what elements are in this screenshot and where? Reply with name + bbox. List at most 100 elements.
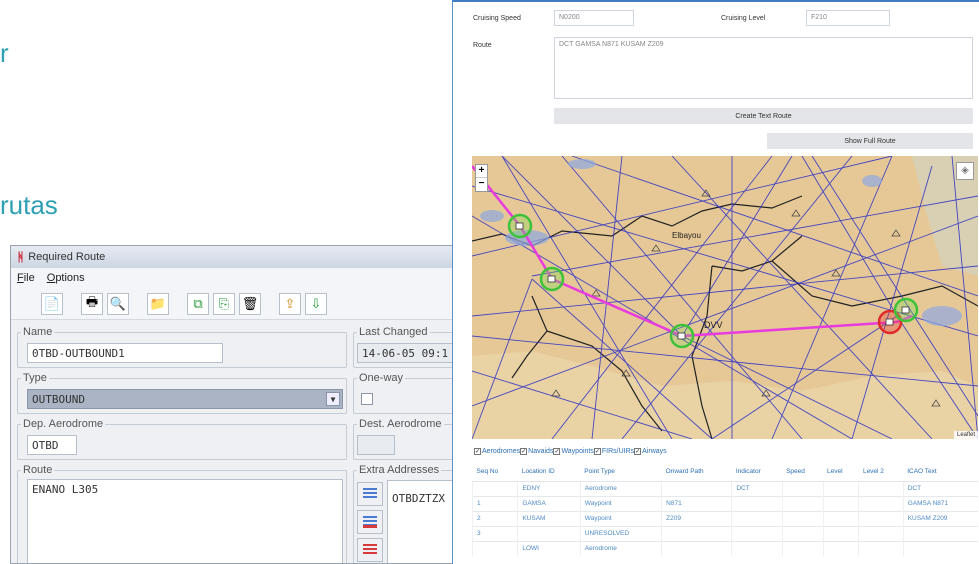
- map-place-label: Elbayou: [672, 231, 701, 240]
- layer-checkbox-firs[interactable]: ✓: [593, 448, 601, 455]
- col-header[interactable]: Onward Path: [661, 463, 732, 482]
- route-web-panel: Cruising Speed N0200 Cruising Level F210…: [452, 0, 979, 564]
- table-cell: Aerodrome: [579, 540, 662, 556]
- table-cell: [822, 495, 859, 511]
- show-full-route-button[interactable]: Show Full Route: [767, 133, 973, 149]
- table-cell: [822, 540, 859, 556]
- cruise-level-label: Cruising Level: [721, 15, 766, 22]
- table-cell: Aerodrome: [579, 480, 662, 496]
- col-header[interactable]: Level 2: [858, 463, 904, 482]
- table-cell: [731, 525, 783, 541]
- oneway-checkbox[interactable]: [361, 393, 373, 405]
- menu-file[interactable]: File: [17, 272, 35, 284]
- copy-icon[interactable]: ⧉: [187, 292, 209, 315]
- zoom-out-button[interactable]: −: [476, 178, 487, 191]
- zoom-control: + −: [475, 164, 488, 192]
- route-input[interactable]: DCT GAMSA N871 KUSAM Z209: [554, 37, 973, 99]
- col-header[interactable]: Location ID: [517, 463, 581, 482]
- table-cell: Waypoint: [579, 495, 662, 511]
- table-cell: [661, 540, 732, 556]
- route-point-gamsa[interactable]: [539, 266, 565, 292]
- table-cell: [902, 525, 978, 541]
- table-cell: [781, 495, 823, 511]
- cruise-level-input[interactable]: F210: [806, 10, 890, 26]
- col-header[interactable]: Seq No: [472, 463, 518, 482]
- col-header[interactable]: Indicator: [731, 463, 783, 482]
- slide-text-fragment: rutas: [0, 190, 58, 220]
- table-cell: [661, 525, 732, 541]
- remove-address-button[interactable]: [357, 538, 383, 562]
- table-cell: [858, 525, 904, 541]
- table-cell: [822, 525, 859, 541]
- table-cell: [661, 480, 732, 496]
- map-canvas[interactable]: Elbayou DVV: [472, 156, 978, 439]
- print-preview-icon[interactable]: 🔍: [107, 292, 129, 315]
- table-row[interactable]: 2 KUSAM Waypoint Z209 KUSAM Z209: [471, 510, 978, 526]
- create-text-route-button[interactable]: Create Text Route: [554, 108, 973, 124]
- import-icon[interactable]: ⇩: [305, 292, 327, 315]
- col-header[interactable]: Point Type: [580, 463, 662, 482]
- layer-checkbox-aerodromes[interactable]: ✓: [474, 448, 481, 455]
- layer-checkbox-airways[interactable]: ✓: [634, 448, 642, 455]
- open-folder-icon[interactable]: 📁: [147, 292, 169, 315]
- extra-addresses-list[interactable]: OTBDZTZX: [387, 480, 457, 563]
- table-cell: GAMSA N871: [902, 495, 978, 511]
- name-field[interactable]: 0TBD-OUTBOUND1: [27, 343, 223, 363]
- dest-aerodrome-label: Dest. Aerodrome: [357, 418, 444, 430]
- menu-options[interactable]: Options: [47, 272, 85, 284]
- list-add-icon: [363, 488, 377, 500]
- table-cell: Waypoint: [579, 510, 662, 526]
- table-cell: N871: [661, 495, 732, 511]
- table-row[interactable]: 1 GAMSA Waypoint N871 GAMSA N871: [471, 495, 978, 511]
- chevron-down-icon[interactable]: ▼: [326, 392, 340, 406]
- table-cell: [781, 510, 823, 526]
- table-cell: [471, 480, 518, 496]
- print-icon[interactable]: 🖶: [81, 292, 103, 315]
- route-label: Route: [473, 42, 492, 49]
- dep-aerodrome-label: Dep. Aerodrome: [21, 418, 106, 430]
- col-header[interactable]: Level: [823, 463, 859, 482]
- window-title-bar[interactable]: ᚻ Required Route: [11, 246, 457, 268]
- dep-aerodrome-field[interactable]: OTBD: [27, 435, 77, 455]
- col-header[interactable]: Speed: [782, 463, 823, 482]
- route-label: Route: [21, 464, 55, 476]
- export-icon[interactable]: ⇪: [279, 292, 301, 315]
- table-header-row: Seq No Location ID Point Type Onward Pat…: [472, 463, 978, 482]
- route-table: Seq No Location ID Point Type Onward Pat…: [471, 463, 978, 556]
- table-cell: [781, 525, 823, 541]
- table-cell: GAMSA: [517, 495, 581, 511]
- paste-icon[interactable]: ⎘: [213, 292, 235, 315]
- delete-icon[interactable]: 🗑: [239, 292, 261, 315]
- route-textarea[interactable]: ENANO L305: [27, 479, 343, 563]
- route-map[interactable]: Elbayou DVV + − ◈ Leaflet: [472, 156, 978, 439]
- type-select[interactable]: OUTBOUND ▼: [27, 389, 343, 409]
- layer-label-airways: Airways: [642, 448, 667, 455]
- col-header[interactable]: ICAO Text: [903, 463, 978, 482]
- route-point-departure[interactable]: [507, 213, 533, 239]
- table-cell: [902, 540, 978, 556]
- layers-icon[interactable]: ◈: [956, 162, 974, 180]
- menu-bar: File Options: [11, 268, 457, 288]
- extra-address-item[interactable]: OTBDZTZX: [392, 492, 457, 505]
- cruise-speed-input[interactable]: N0200: [554, 10, 634, 26]
- route-point-kusam[interactable]: [669, 323, 695, 349]
- layer-label-navaids: Navaids: [528, 448, 554, 455]
- toolbar: 📄 🖶 🔍 📁 ⧉ ⎘ 🗑 ⇪ ⇩: [11, 288, 457, 320]
- zoom-in-button[interactable]: +: [476, 165, 487, 178]
- table-cell: DCT: [731, 480, 783, 496]
- add-address-button[interactable]: [357, 482, 383, 506]
- table-row[interactable]: EDNY Aerodrome DCT DCT: [471, 480, 978, 496]
- map-attribution[interactable]: Leaflet: [953, 431, 978, 439]
- new-doc-icon[interactable]: 📄: [41, 292, 63, 315]
- table-cell: LOWI: [517, 540, 581, 556]
- layer-checkbox-navaids[interactable]: ✓: [520, 448, 528, 455]
- table-row[interactable]: LOWI Aerodrome: [471, 540, 978, 556]
- route-point-destination[interactable]: [893, 297, 919, 323]
- table-row[interactable]: 3 UNRESOLVED: [471, 525, 978, 541]
- table-cell: Z209: [661, 510, 732, 526]
- dest-aerodrome-field[interactable]: [357, 435, 395, 455]
- name-label: Name: [21, 326, 55, 338]
- table-cell: [731, 540, 783, 556]
- layer-checkbox-waypoints[interactable]: ✓: [553, 448, 561, 455]
- edit-address-button[interactable]: [357, 510, 383, 534]
